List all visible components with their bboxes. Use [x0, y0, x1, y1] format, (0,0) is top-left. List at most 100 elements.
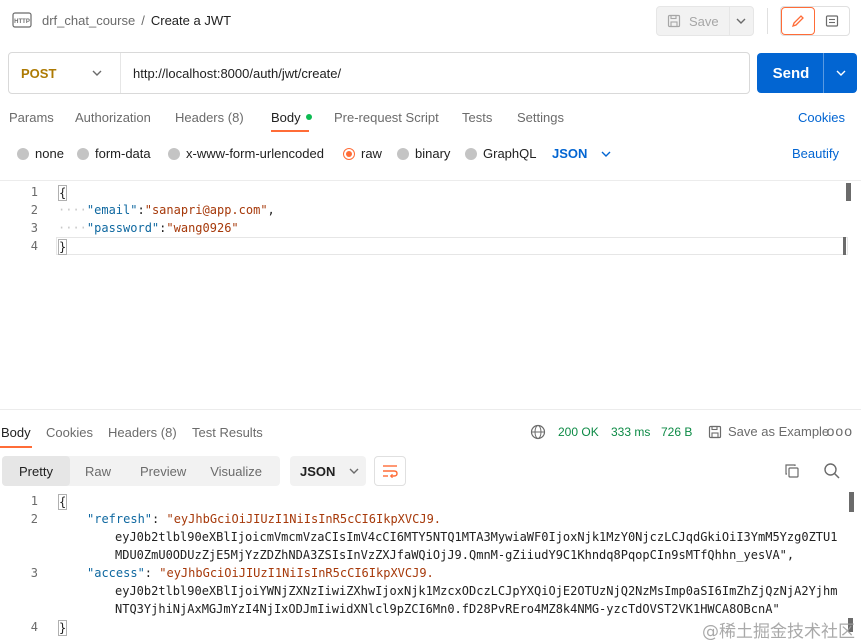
current-line-highlight	[56, 237, 848, 255]
send-button-group: Send	[757, 53, 857, 93]
response-tab-headers-label: Headers	[108, 425, 158, 440]
globe-icon[interactable]	[530, 424, 546, 440]
chevron-down-icon	[836, 70, 845, 76]
tab-settings[interactable]: Settings	[517, 110, 564, 125]
open-brace: {	[58, 185, 68, 201]
line-number: 2	[30, 203, 38, 217]
response-view-segment: Pretty Raw Preview Visualize	[2, 456, 280, 486]
app-header: HTTP drf_chat_course / Create a JWT Save	[0, 0, 861, 44]
tab-headers-label: Headers	[175, 110, 225, 125]
indent-guide: ····	[58, 221, 87, 235]
url-bar: POST http://localhost:8000/auth/jwt/crea…	[8, 52, 750, 94]
radio-binary[interactable]: binary	[397, 146, 450, 161]
radio-urlencoded[interactable]: x-www-form-urlencoded	[168, 146, 324, 161]
radio-raw[interactable]: raw	[343, 146, 382, 161]
json-key: "email"	[86, 203, 138, 217]
tab-tests[interactable]: Tests	[462, 110, 492, 125]
tab-pre-request-script[interactable]: Pre-request Script	[334, 110, 439, 125]
code-line: }	[58, 620, 68, 636]
radio-graphql[interactable]: GraphQL	[465, 146, 536, 161]
tab-authorization[interactable]: Authorization	[75, 110, 151, 125]
close-brace: }	[58, 239, 68, 255]
breadcrumb: drf_chat_course / Create a JWT	[42, 13, 231, 28]
tab-headers[interactable]: Headers (8)	[175, 110, 244, 125]
active-tab-indicator	[271, 130, 309, 132]
response-tab-headers-count: (8)	[160, 425, 177, 440]
radio-form-data[interactable]: form-data	[77, 146, 151, 161]
response-format-label: JSON	[300, 463, 336, 479]
document-icon	[825, 15, 839, 27]
response-tab-cookies[interactable]: Cookies	[46, 425, 93, 440]
breadcrumb-collection[interactable]: drf_chat_course	[42, 13, 135, 28]
response-scrollbar[interactable]	[849, 492, 854, 512]
http-request-icon: HTTP	[12, 12, 32, 28]
json-string: "sanapri@app.com"	[144, 203, 268, 217]
request-body-editor[interactable]: 1 2 3 4 { ····"email":"sanapri@app.com",…	[0, 180, 861, 410]
view-preview[interactable]: Preview	[126, 456, 200, 486]
send-button[interactable]: Send	[757, 65, 823, 82]
line-number: 3	[30, 221, 38, 235]
response-tab-headers[interactable]: Headers (8)	[108, 425, 177, 440]
json-key: "refresh"	[87, 512, 153, 526]
copy-icon[interactable]	[784, 463, 800, 479]
code-line: "refresh": "eyJhbGciOiJIUzI1NiIsInR5cCI6…	[87, 512, 442, 526]
tab-params[interactable]: Params	[9, 110, 54, 125]
open-brace: {	[58, 494, 68, 510]
raw-format-label: JSON	[552, 146, 588, 161]
json-string: "wang0926"	[166, 221, 239, 235]
tab-body-label: Body	[271, 110, 301, 125]
body-indicator-dot	[305, 113, 312, 120]
view-visualize[interactable]: Visualize	[200, 456, 272, 486]
method-select[interactable]: POST	[9, 53, 121, 93]
save-button-group: Save	[656, 6, 754, 36]
radio-dot	[465, 147, 477, 160]
json-string-continuation: eyJ0b2tlbl90eXBlIjoicmVmcmVzaCIsImV4cCI6…	[115, 530, 838, 544]
raw-format-select[interactable]: JSON	[552, 146, 611, 161]
status-code[interactable]: 200 OK	[558, 425, 599, 439]
request-title[interactable]: Create a JWT	[151, 13, 231, 28]
save-dropdown-button[interactable]	[730, 18, 753, 24]
view-raw[interactable]: Raw	[70, 456, 126, 486]
save-as-example-button[interactable]: Save as Example	[708, 424, 829, 439]
line-number: 1	[30, 494, 38, 508]
docs-mode-button[interactable]	[815, 7, 849, 35]
beautify-link[interactable]: Beautify	[792, 146, 839, 161]
edit-mode-button[interactable]	[781, 7, 816, 35]
tab-body[interactable]: Body	[271, 110, 312, 125]
response-tab-test-results[interactable]: Test Results	[192, 425, 263, 440]
radio-dot	[397, 147, 409, 160]
word-wrap-button[interactable]	[374, 456, 406, 486]
pencil-icon	[791, 15, 804, 28]
wrap-lines-icon	[383, 465, 398, 478]
code-line: ····"password":"wang0926"	[58, 221, 239, 235]
json-string: "eyJhbGciOiJIUzI1NiIsInR5cCI6IkpXVCJ9.	[166, 512, 442, 526]
chevron-down-icon	[601, 151, 611, 157]
cookies-link[interactable]: Cookies	[798, 110, 845, 125]
line-number: 4	[30, 239, 38, 253]
response-time[interactable]: 333 ms	[611, 425, 650, 439]
request-tabs: Params Authorization Headers (8) Body Pr…	[0, 104, 861, 132]
response-size[interactable]: 726 B	[661, 425, 692, 439]
radio-dot	[17, 147, 29, 160]
response-format-select[interactable]: JSON	[290, 456, 366, 486]
header-divider	[767, 8, 768, 34]
indent-guide: ····	[58, 203, 87, 217]
radio-form-data-label: form-data	[95, 146, 151, 161]
watermark: @稀土掘金技术社区	[702, 622, 855, 642]
more-options-icon[interactable]: ooo	[827, 423, 853, 439]
view-mode-toggle	[780, 6, 850, 36]
tab-headers-count: (8)	[227, 110, 244, 125]
response-tab-body[interactable]: Body	[1, 425, 31, 440]
code-line: ····"email":"sanapri@app.com",	[58, 203, 275, 217]
editor-scrollbar[interactable]	[846, 183, 851, 201]
save-button[interactable]: Save	[657, 7, 730, 35]
active-response-tab-indicator	[0, 446, 32, 448]
json-string-continuation: eyJ0b2tlbl90eXBlIjoiYWNjZXNzIiwiZXhwIjox…	[115, 584, 838, 598]
send-dropdown-button[interactable]	[824, 70, 857, 76]
url-input[interactable]: http://localhost:8000/auth/jwt/create/	[121, 66, 341, 81]
breadcrumb-separator: /	[141, 13, 145, 28]
view-pretty[interactable]: Pretty	[2, 456, 70, 486]
radio-none[interactable]: none	[17, 146, 64, 161]
search-icon[interactable]	[823, 462, 841, 480]
json-key: "access"	[87, 566, 145, 580]
